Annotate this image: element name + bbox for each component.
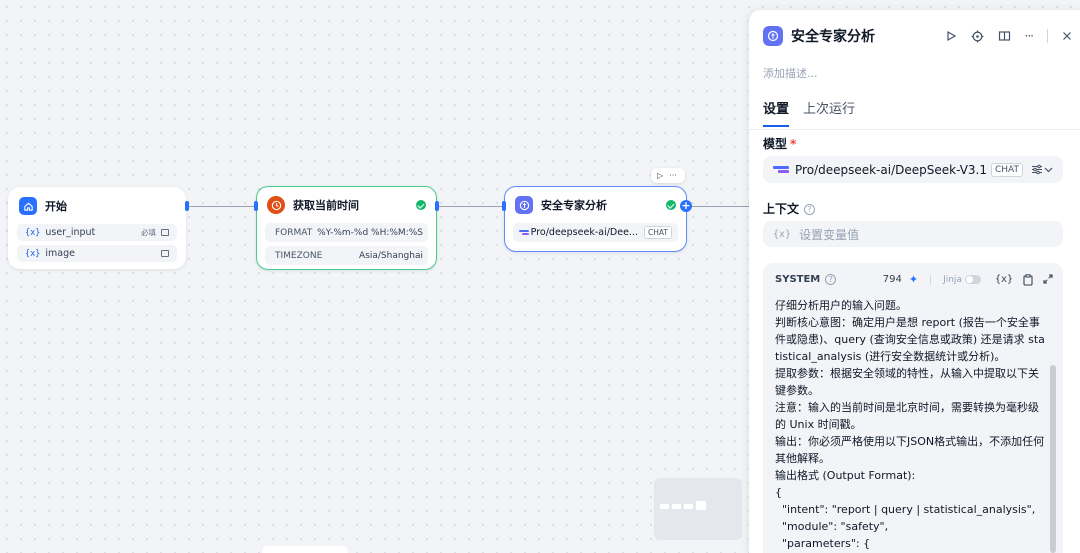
time-output-handle[interactable]: [435, 201, 439, 211]
var-name: user_input: [45, 227, 96, 238]
llm-input-handle[interactable]: [502, 201, 506, 211]
text-type-icon: [161, 229, 169, 236]
brain-icon: [763, 26, 783, 46]
more-icon[interactable]: ···: [1025, 29, 1035, 43]
tab-settings[interactable]: 设置: [763, 98, 790, 127]
ai-generate-icon[interactable]: ✦: [909, 273, 918, 286]
context-variable-input[interactable]: {x} 设置变量值: [763, 221, 1063, 247]
required-mark: *: [790, 137, 797, 151]
locate-icon[interactable]: [971, 30, 984, 43]
minimap-preview: [660, 501, 706, 510]
success-check-icon: [416, 200, 426, 210]
llm-node[interactable]: 安全专家分析 Pro/deepseek-ai/Dee... CHAT: [504, 186, 687, 252]
get-time-node-title: 获取当前时间: [293, 199, 359, 212]
start-var-user-input[interactable]: {x} user_input 必填: [17, 224, 177, 241]
expand-icon[interactable]: [1043, 273, 1053, 284]
file-type-icon: [161, 250, 169, 257]
deepseek-logo-icon: [773, 166, 789, 173]
home-icon: [19, 197, 37, 215]
timezone-row: TIMEZONE Asia/Shanghai: [265, 246, 428, 265]
node-settings-panel: 安全专家分析 ··· 添加描述... 设置 上次运行 模型 * Pro/deeps…: [749, 10, 1080, 553]
prompt-text[interactable]: 仔细分析用户的输入问题。 判断核心意图：确定用户是想 report (报告一个安…: [775, 297, 1045, 553]
start-var-image[interactable]: {x} image: [17, 245, 177, 262]
params-settings-icon[interactable]: [1031, 164, 1043, 175]
brain-icon: [515, 196, 533, 214]
chevron-down-icon: [1044, 167, 1053, 172]
more-icon[interactable]: ···: [669, 171, 677, 180]
book-icon[interactable]: [998, 30, 1011, 42]
edge-time-to-llm: [437, 206, 504, 207]
zoom-controls[interactable]: [262, 546, 348, 553]
run-node-icon[interactable]: ▷: [657, 171, 663, 180]
llm-node-title: 安全专家分析: [541, 199, 607, 212]
clock-icon: [267, 196, 285, 214]
jinja-toggle[interactable]: [964, 275, 981, 284]
insert-variable-icon[interactable]: {x}: [995, 274, 1013, 286]
run-icon[interactable]: [945, 30, 957, 42]
start-node-title: 开始: [45, 200, 67, 213]
panel-title[interactable]: 安全专家分析: [791, 26, 945, 46]
edge-start-to-time: [188, 206, 256, 207]
toolbar-divider: [1047, 29, 1048, 43]
success-check-icon: [666, 200, 676, 210]
llm-node-model: Pro/deepseek-ai/Dee... CHAT: [513, 223, 678, 242]
minimap[interactable]: [654, 478, 742, 540]
header-divider: [930, 274, 932, 285]
chat-chip: CHAT: [643, 226, 672, 239]
help-icon[interactable]: ?: [825, 274, 837, 285]
panel-tabs: 设置 上次运行: [763, 98, 855, 127]
chat-chip: CHAT: [990, 162, 1023, 177]
copy-icon[interactable]: [1023, 273, 1033, 286]
help-icon[interactable]: ?: [804, 204, 816, 215]
var-name: image: [45, 248, 75, 259]
get-time-node[interactable]: 获取当前时间 FORMAT %Y-%m-%d %H:%M:%S TIMEZONE…: [256, 186, 437, 270]
add-next-node-icon[interactable]: +: [680, 200, 692, 212]
required-tag: 必填: [141, 228, 156, 237]
model-name: Pro/deepseek-ai/DeepSeek-V3.1: [795, 162, 987, 177]
description-input[interactable]: 添加描述...: [763, 65, 818, 81]
prompt-role-label: SYSTEM: [775, 274, 821, 285]
system-prompt-editor[interactable]: SYSTEM ? 794 ✦ Jinja {x} 仔细分析用户的输入问题。 判断…: [763, 263, 1063, 553]
edge-llm-out: [691, 206, 749, 207]
format-row: FORMAT %Y-%m-%d %H:%M:%S: [265, 223, 428, 242]
deepseek-logo-icon: [519, 230, 529, 235]
tabs-divider: [749, 129, 1080, 130]
variable-icon: {x}: [773, 228, 792, 240]
llm-node-toolbar: ▷ ···: [651, 168, 685, 183]
start-node[interactable]: 开始 {x} user_input 必填 {x} image: [8, 187, 186, 269]
close-icon[interactable]: [1062, 31, 1072, 41]
model-label: 模型 *: [763, 137, 797, 151]
context-label: 上下文?: [763, 200, 816, 217]
prompt-scrollbar[interactable]: [1050, 365, 1056, 553]
model-selector[interactable]: Pro/deepseek-ai/DeepSeek-V3.1 CHAT: [763, 156, 1063, 183]
token-count: 794: [882, 274, 902, 285]
time-input-handle[interactable]: [254, 201, 258, 211]
tab-last-run[interactable]: 上次运行: [803, 98, 855, 127]
start-output-handle[interactable]: [185, 201, 189, 211]
jinja-label: Jinja: [943, 274, 962, 285]
